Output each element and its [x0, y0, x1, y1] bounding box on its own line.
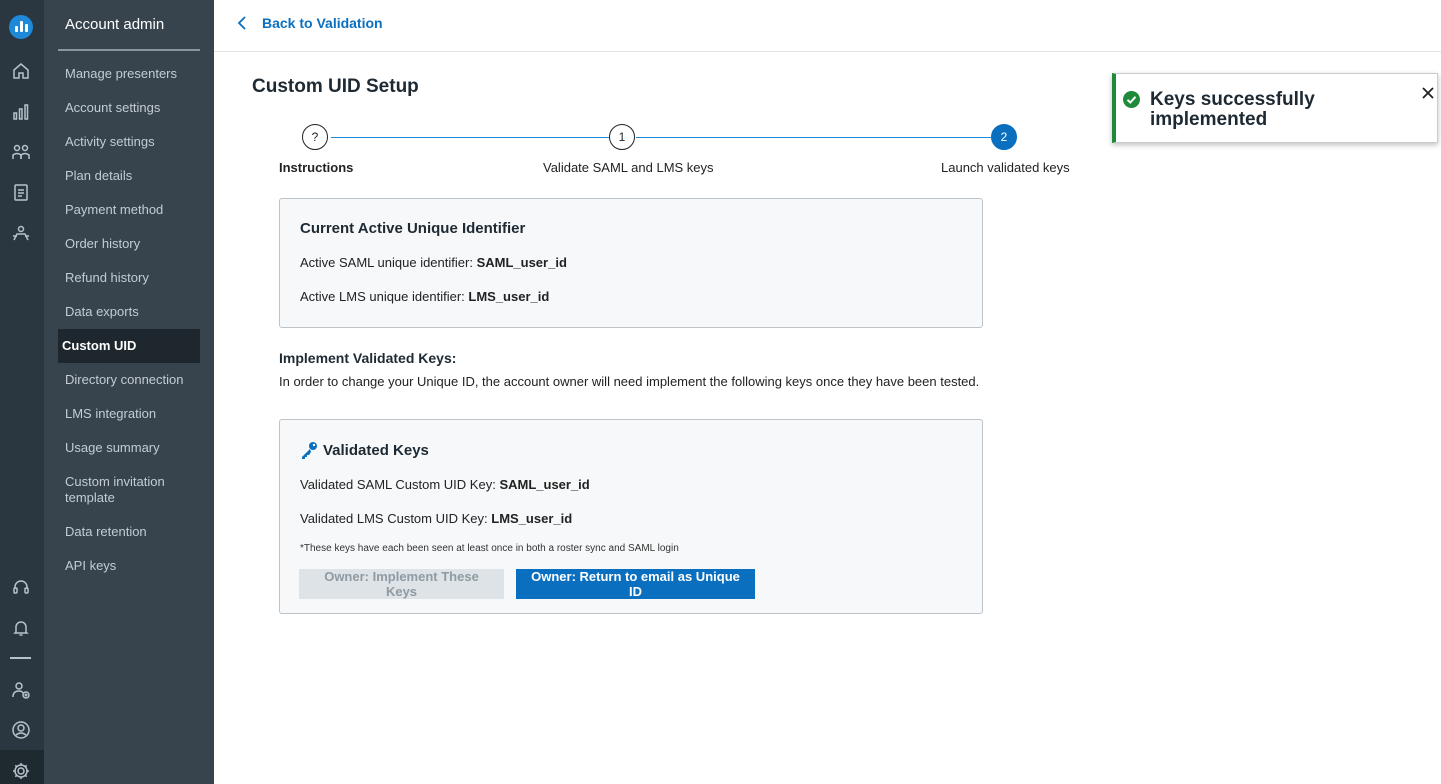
check-circle-icon	[1123, 91, 1140, 108]
current-identifier-title: Current Active Unique Identifier	[300, 220, 526, 237]
toast-message: Keys successfully implemented	[1150, 89, 1315, 130]
sidebar-item-custom-uid[interactable]: Custom UID	[58, 329, 200, 363]
back-to-validation-link[interactable]: Back to Validation	[236, 15, 383, 31]
success-toast: Keys successfully implemented	[1112, 73, 1438, 143]
sidebar-item-plan-details[interactable]: Plan details	[58, 159, 200, 193]
active-lms-identifier: Active LMS unique identifier: LMS_user_i…	[300, 289, 549, 304]
sidebar-item-order-history[interactable]: Order history	[58, 227, 200, 261]
step-label-validate: Validate SAML and LMS keys	[543, 160, 714, 175]
active-lms-label: Active LMS unique identifier:	[300, 289, 465, 304]
rail-divider	[10, 657, 31, 659]
validated-keys-note: *These keys have each been seen at least…	[300, 543, 679, 554]
page-title: Custom UID Setup	[252, 76, 419, 97]
current-identifier-card: Current Active Unique Identifier Active …	[279, 198, 983, 328]
back-link-label: Back to Validation	[262, 15, 383, 31]
sidebar-item-data-exports[interactable]: Data exports	[58, 295, 200, 329]
sidebar-item-payment-method[interactable]: Payment method	[58, 193, 200, 227]
implement-keys-button[interactable]: Owner: Implement These Keys	[299, 569, 504, 599]
sidebar-title-divider	[58, 49, 200, 51]
validated-saml-label: Validated SAML Custom UID Key:	[300, 477, 496, 492]
active-saml-label: Active SAML unique identifier:	[300, 255, 473, 270]
validated-keys-title: Validated Keys	[323, 442, 429, 459]
home-icon[interactable]	[9, 59, 33, 83]
validated-saml-value: SAML_user_id	[499, 477, 590, 492]
team-icon[interactable]	[9, 221, 33, 245]
sidebar-menu: Manage presenters Account settings Activ…	[58, 57, 200, 583]
step-label-instructions: Instructions	[279, 160, 354, 175]
sidebar-item-custom-invitation-template[interactable]: Custom invitation template	[58, 465, 200, 515]
close-icon[interactable]	[1421, 86, 1435, 100]
sidebar-item-data-retention[interactable]: Data retention	[58, 515, 200, 549]
account-admin-sidebar: Account admin Manage presenters Account …	[44, 0, 214, 784]
step-label-launch: Launch validated keys	[941, 160, 1070, 175]
user-add-icon[interactable]	[9, 678, 33, 702]
sidebar-item-refund-history[interactable]: Refund history	[58, 261, 200, 295]
progress-stepper: ? 1 2 Instructions Validate SAML and LMS…	[279, 124, 1070, 184]
clipboard-icon[interactable]	[9, 180, 33, 204]
sidebar-title: Account admin	[65, 16, 165, 33]
headset-icon[interactable]	[9, 575, 33, 599]
sidebar-item-usage-summary[interactable]: Usage summary	[58, 431, 200, 465]
bell-icon[interactable]	[9, 616, 33, 640]
implement-keys-heading: Implement Validated Keys:	[279, 350, 457, 366]
chevron-left-icon	[237, 16, 246, 30]
step-connector	[636, 137, 991, 138]
sidebar-item-activity-settings[interactable]: Activity settings	[58, 125, 200, 159]
step-marker-validate[interactable]: 1	[609, 124, 635, 150]
step-connector	[331, 137, 609, 138]
profile-icon[interactable]	[9, 718, 33, 742]
implement-keys-description: In order to change your Unique ID, the a…	[279, 374, 980, 389]
gear-icon[interactable]	[9, 759, 33, 783]
return-to-email-button[interactable]: Owner: Return to email as Unique ID	[516, 569, 755, 599]
step-marker-launch[interactable]: 2	[991, 124, 1017, 150]
validated-lms-label: Validated LMS Custom UID Key:	[300, 511, 488, 526]
sidebar-item-manage-presenters[interactable]: Manage presenters	[58, 57, 200, 91]
validated-lms-value: LMS_user_id	[491, 511, 573, 526]
active-saml-identifier: Active SAML unique identifier: SAML_user…	[300, 255, 567, 270]
sidebar-item-account-settings[interactable]: Account settings	[58, 91, 200, 125]
step-marker-instructions[interactable]: ?	[302, 124, 328, 150]
validated-keys-card: Validated Keys Validated SAML Custom UID…	[279, 419, 983, 614]
top-bar: Back to Validation	[214, 0, 1441, 52]
sidebar-item-directory-connection[interactable]: Directory connection	[58, 363, 200, 397]
icon-rail	[0, 0, 44, 784]
validated-saml-key: Validated SAML Custom UID Key: SAML_user…	[300, 477, 590, 492]
users-icon[interactable]	[9, 140, 33, 164]
sidebar-item-lms-integration[interactable]: LMS integration	[58, 397, 200, 431]
sidebar-item-api-keys[interactable]: API keys	[58, 549, 200, 583]
validated-lms-key: Validated LMS Custom UID Key: LMS_user_i…	[300, 511, 572, 526]
key-icon	[302, 442, 317, 459]
bar-chart-icon[interactable]	[9, 100, 33, 124]
logo-icon[interactable]	[9, 15, 33, 39]
active-lms-value: LMS_user_id	[468, 289, 550, 304]
active-saml-value: SAML_user_id	[476, 255, 567, 270]
